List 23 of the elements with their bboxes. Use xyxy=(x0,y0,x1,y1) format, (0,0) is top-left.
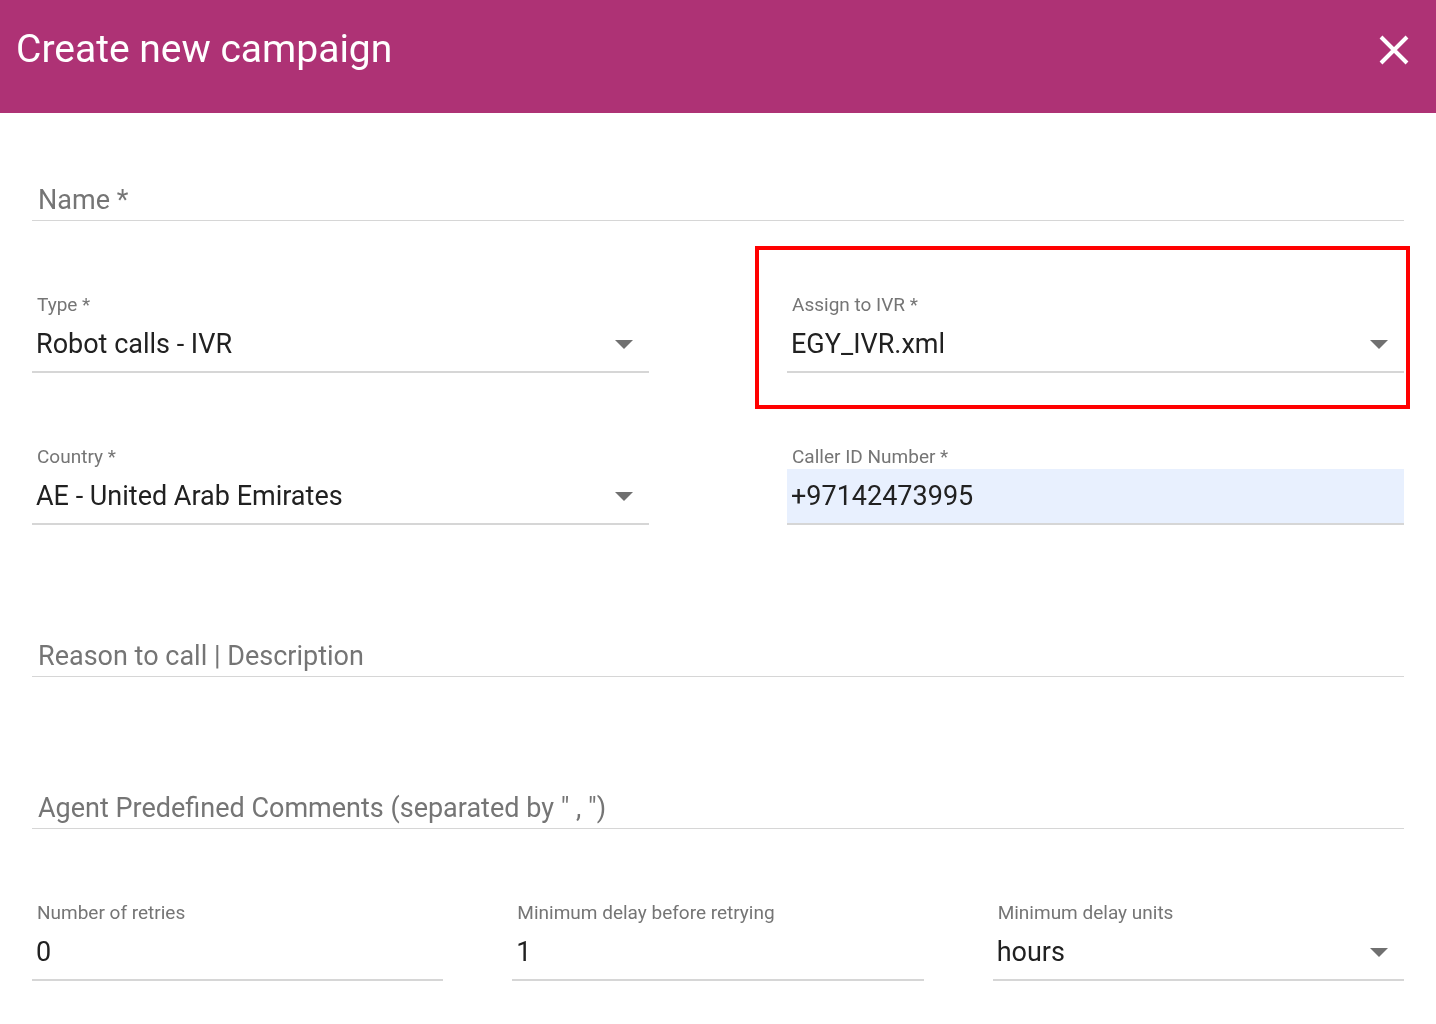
dropdown-caret-icon xyxy=(1370,339,1388,349)
input-field[interactable]: +97142473995 xyxy=(787,469,1404,525)
field-label: Number of retries xyxy=(36,901,187,925)
dropdown-caret-icon xyxy=(615,491,633,501)
close-icon xyxy=(1379,34,1409,65)
field-label: Type * xyxy=(36,293,92,317)
field-label: Caller ID Number * xyxy=(791,445,950,469)
field-label: Minimum delay before retrying xyxy=(516,901,776,925)
input-field[interactable]: 0 xyxy=(32,925,444,981)
select-field[interactable]: hours xyxy=(992,925,1404,981)
select-field[interactable]: EGY_IVR.xml xyxy=(787,317,1404,373)
dropdown-caret-icon xyxy=(615,339,633,349)
field-label: Minimum delay units xyxy=(996,901,1175,925)
select-field[interactable]: AE - United Arab Emirates xyxy=(32,469,649,525)
input-field[interactable]: 1 xyxy=(512,925,924,981)
text-field[interactable]: Agent Predefined Comments (separated by " , ") xyxy=(32,789,1404,829)
text-field[interactable]: Reason to call | Description xyxy=(32,637,1404,677)
field-label: Assign to IVR * xyxy=(791,293,919,317)
field-label: Country * xyxy=(36,445,117,469)
dropdown-caret-icon xyxy=(1370,947,1388,957)
text-field[interactable]: Name * xyxy=(32,181,1404,221)
select-field[interactable]: Robot calls - IVR xyxy=(32,317,649,373)
dialog-title: Create new campaign xyxy=(16,25,393,75)
